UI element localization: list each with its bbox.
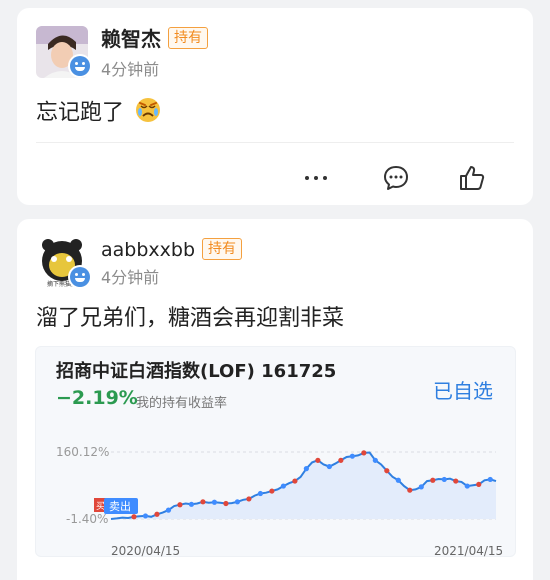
trade-dot bbox=[131, 514, 137, 520]
trade-dot bbox=[188, 501, 195, 507]
x-start-label: 2020/04/15 bbox=[111, 544, 180, 558]
trade-dot bbox=[372, 457, 378, 463]
trade-dot bbox=[269, 488, 275, 494]
post-time: 4分钟前 bbox=[101, 268, 160, 287]
trade-dot bbox=[361, 450, 367, 456]
trade-dot bbox=[384, 468, 390, 474]
fund-return-label: 我的持有收益率 bbox=[136, 396, 228, 411]
trade-dot bbox=[326, 463, 332, 470]
trade-dot bbox=[487, 476, 493, 483]
post-card: 摘下熊猫头 aabbxxbb 持有 4分钟前 溜了兄弟们，糖酒会再迎割非菜 招商… bbox=[17, 219, 533, 580]
trade-dot bbox=[338, 457, 344, 463]
more-icon[interactable] bbox=[301, 163, 331, 193]
trade-dot bbox=[476, 481, 482, 488]
trade-dot bbox=[395, 477, 401, 483]
trade-dot bbox=[211, 499, 218, 505]
trade-dot bbox=[257, 490, 264, 497]
post-text-content: 忘记跑了 bbox=[36, 100, 125, 126]
trade-dot bbox=[349, 453, 355, 459]
x-end-label: 2021/04/15 bbox=[434, 544, 503, 558]
grin-emoji-icon bbox=[68, 265, 92, 289]
trade-dot bbox=[441, 476, 447, 483]
trade-dot bbox=[407, 487, 413, 493]
sell-marker-label: 卖出 bbox=[109, 499, 131, 513]
fund-name: 招商中证白酒指数(LOF) 161725 bbox=[56, 361, 337, 382]
trade-dot bbox=[464, 483, 470, 489]
holding-badge: 持有 bbox=[202, 238, 242, 260]
trade-dot bbox=[453, 478, 459, 484]
grin-emoji-icon bbox=[68, 54, 92, 78]
y-bottom-label: -1.40% bbox=[66, 512, 108, 526]
trade-dot bbox=[223, 500, 229, 507]
trade-dot bbox=[177, 502, 183, 508]
post-time: 4分钟前 bbox=[101, 60, 160, 79]
trade-dot bbox=[430, 477, 436, 483]
trade-dot bbox=[200, 499, 206, 505]
post-text: 溜了兄弟们，糖酒会再迎割非菜 bbox=[36, 306, 345, 331]
watchlist-button[interactable]: 已自选 bbox=[433, 375, 493, 404]
buy-marker-label: 买 bbox=[96, 501, 105, 512]
fund-return: −2.19% bbox=[56, 387, 138, 409]
post-card: 赖智杰 持有 4分钟前 忘记跑了 bbox=[17, 8, 533, 205]
trade-dot bbox=[154, 511, 160, 517]
like-icon[interactable] bbox=[457, 163, 487, 193]
trade-dot bbox=[165, 507, 172, 513]
angry-crying-face-emoji-icon bbox=[134, 95, 162, 132]
holding-badge: 持有 bbox=[168, 27, 208, 49]
trade-dot bbox=[315, 457, 321, 463]
trade-dot bbox=[142, 513, 149, 519]
y-top-label: 160.12% bbox=[56, 445, 109, 459]
trade-dot bbox=[418, 484, 424, 490]
comment-icon[interactable] bbox=[381, 163, 411, 193]
fund-chart: 160.12% -1.40% 2020/04/15 2021/04/15 买 卖… bbox=[56, 445, 503, 558]
divider bbox=[36, 142, 514, 143]
post-text: 忘记跑了 bbox=[36, 95, 162, 132]
trade-dot bbox=[246, 496, 252, 502]
trade-dot bbox=[234, 499, 241, 505]
trade-dot bbox=[280, 483, 286, 489]
fund-card[interactable]: 招商中证白酒指数(LOF) 161725 −2.19% 我的持有收益率 已自选 … bbox=[35, 346, 516, 558]
username[interactable]: 赖智杰 bbox=[101, 25, 161, 53]
trade-dot bbox=[303, 466, 309, 472]
username[interactable]: aabbxxbb bbox=[101, 236, 195, 264]
trade-dot bbox=[292, 478, 298, 484]
